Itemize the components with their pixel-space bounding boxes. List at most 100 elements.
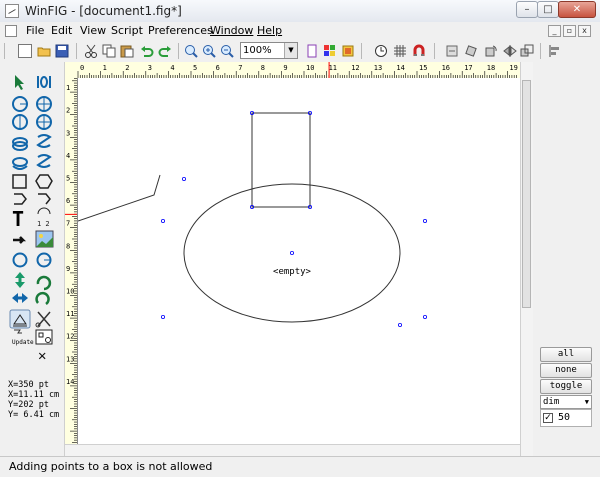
move-point-tool-icon[interactable] xyxy=(12,252,28,268)
new-file-icon[interactable] xyxy=(18,44,32,58)
color-palette-icon[interactable] xyxy=(323,44,337,58)
update-tool-icon[interactable] xyxy=(14,329,22,334)
vertical-scrollbar[interactable] xyxy=(520,62,533,456)
menu-view[interactable]: View xyxy=(80,24,106,37)
paste-icon[interactable] xyxy=(120,44,134,58)
polyline-tool-icon[interactable] xyxy=(14,193,27,205)
text-tool-icon[interactable]: T xyxy=(12,207,24,231)
select-tool-icon[interactable] xyxy=(15,75,24,90)
selection-marker xyxy=(182,177,187,182)
svg-text:1 2: 1 2 xyxy=(37,220,50,228)
box-tool-icon[interactable] xyxy=(12,174,27,189)
drawing-canvas-svg[interactable]: <empty> xyxy=(77,78,520,444)
picture-object-icon[interactable] xyxy=(35,230,54,248)
menu-help[interactable]: Help xyxy=(257,24,282,37)
ruler-label: 3 xyxy=(66,129,70,137)
ruler-label: 13 xyxy=(66,355,74,363)
cut-icon[interactable] xyxy=(84,44,98,58)
chevron-down-icon[interactable]: ▼ xyxy=(585,396,589,408)
ellipse-text-label[interactable]: <empty> xyxy=(273,267,312,277)
page-icon[interactable] xyxy=(305,44,319,58)
toolbar-separator xyxy=(434,43,435,59)
save-icon[interactable] xyxy=(55,44,69,58)
add-point-tool-icon[interactable] xyxy=(36,252,52,268)
menu-script[interactable]: Script xyxy=(111,24,143,37)
ellipse-diameter-tool-icon[interactable] xyxy=(36,114,52,130)
child-minimize-button[interactable]: _ xyxy=(548,25,561,37)
ellipse-object[interactable] xyxy=(183,183,401,323)
polygon-tool-icon[interactable] xyxy=(35,174,53,189)
grid-icon[interactable] xyxy=(393,44,407,58)
zoom-fit-icon[interactable] xyxy=(184,44,198,58)
toolbar-separator xyxy=(361,43,362,59)
show-all-depths-button[interactable]: all xyxy=(540,347,592,362)
ruler-label: 16 xyxy=(442,64,450,72)
menu-edit[interactable]: Edit xyxy=(51,24,72,37)
ruler-label: 5 xyxy=(66,175,70,183)
approx-spline-tool-icon[interactable] xyxy=(12,157,28,170)
drawing-canvas[interactable]: <empty> xyxy=(77,78,520,444)
horizontal-ruler: 0 1 2 3 4 5 6 7 8 9 10 11 12 13 14 15 16 17 18 19 xyxy=(65,62,520,79)
open-spline-tool-icon[interactable] xyxy=(36,134,52,148)
arc-polyline-tool-icon[interactable] xyxy=(38,193,51,205)
arrow-tool-icon[interactable] xyxy=(13,236,27,244)
open-folder-icon[interactable] xyxy=(37,44,51,58)
ellipse-radius-tool-icon[interactable] xyxy=(12,114,28,130)
move-tool-icon[interactable] xyxy=(15,272,25,288)
closed-spline-tool-icon[interactable] xyxy=(12,137,28,151)
align-icon[interactable] xyxy=(445,44,459,58)
ruler-label: 14 xyxy=(396,64,404,72)
scissors-cut-tool-icon[interactable] xyxy=(35,311,51,328)
child-restore-button[interactable]: ▫ xyxy=(563,25,576,37)
minimize-button[interactable]: – xyxy=(516,1,538,18)
depth-mode-value: dim xyxy=(543,397,560,407)
child-close-button[interactable]: x xyxy=(578,25,591,37)
close-button[interactable]: ✕ xyxy=(558,1,596,18)
ruler-label: 0 xyxy=(80,64,84,72)
depth-layer-checkbox[interactable]: ✓ xyxy=(543,413,553,423)
depth-layer-row[interactable]: ✓ 50 xyxy=(540,409,592,427)
flip-icon[interactable] xyxy=(503,44,517,58)
interp-spline-tool-icon[interactable] xyxy=(36,154,52,168)
box-object[interactable] xyxy=(251,112,311,208)
rotate-tool-icon[interactable] xyxy=(36,275,52,291)
clock-icon[interactable] xyxy=(374,44,388,58)
app-icon xyxy=(5,4,19,18)
zoom-select[interactable]: 100% ▼ xyxy=(240,42,298,59)
depth-mode-select[interactable]: dim ▼ xyxy=(540,395,592,409)
menu-preferences[interactable]: Preferences xyxy=(148,24,213,37)
align-left-icon[interactable] xyxy=(548,44,562,58)
library-tool-icon[interactable] xyxy=(35,329,53,345)
arc-tool-icon[interactable]: 1 2 xyxy=(37,207,51,228)
zoom-out-icon[interactable] xyxy=(220,44,234,58)
document-icon[interactable] xyxy=(5,25,17,37)
chevron-down-icon[interactable]: ▼ xyxy=(284,43,297,58)
menu-window[interactable]: Window xyxy=(210,24,253,37)
rotate-object-icon[interactable] xyxy=(484,44,498,58)
rotate-copy-tool-icon[interactable] xyxy=(35,291,50,306)
circle-radius-tool-icon[interactable] xyxy=(12,96,28,112)
delete-tool-icon[interactable]: ✕ xyxy=(38,348,46,362)
coordinate-readout: X=350 pt X=11.11 cm Y=202 pt Y= 6.41 cm xyxy=(8,380,59,420)
status-message: Adding points to a box is not allowed xyxy=(9,460,213,473)
horizontal-ruler-ticks: 0 1 2 3 4 5 6 7 8 9 10 11 12 13 14 15 16 17 18 19 xyxy=(77,62,518,78)
scale-icon[interactable] xyxy=(520,44,534,58)
circle-diameter-tool-icon[interactable] xyxy=(36,96,52,112)
magnet-icon[interactable] xyxy=(412,44,426,58)
layers-icon[interactable] xyxy=(341,44,355,58)
point-tool-icon[interactable] xyxy=(37,76,51,88)
depth-panel: all none toggle dim ▼ ✓ 50 xyxy=(533,62,600,456)
maximize-button[interactable]: □ xyxy=(537,1,559,18)
show-no-depths-button[interactable]: none xyxy=(540,363,592,378)
undo-icon[interactable] xyxy=(140,44,154,58)
toggle-depths-button[interactable]: toggle xyxy=(540,379,592,394)
flip-horizontal-tool-icon[interactable] xyxy=(12,293,28,303)
copy-icon[interactable] xyxy=(102,44,116,58)
selection-marker xyxy=(397,322,402,327)
redo-icon[interactable] xyxy=(158,44,172,58)
zoom-in-icon[interactable] xyxy=(202,44,216,58)
transform-icon[interactable] xyxy=(464,44,478,58)
polyline-object[interactable] xyxy=(77,174,161,222)
vertical-scrollbar-thumb[interactable] xyxy=(522,80,531,308)
menu-file[interactable]: File xyxy=(26,24,44,37)
